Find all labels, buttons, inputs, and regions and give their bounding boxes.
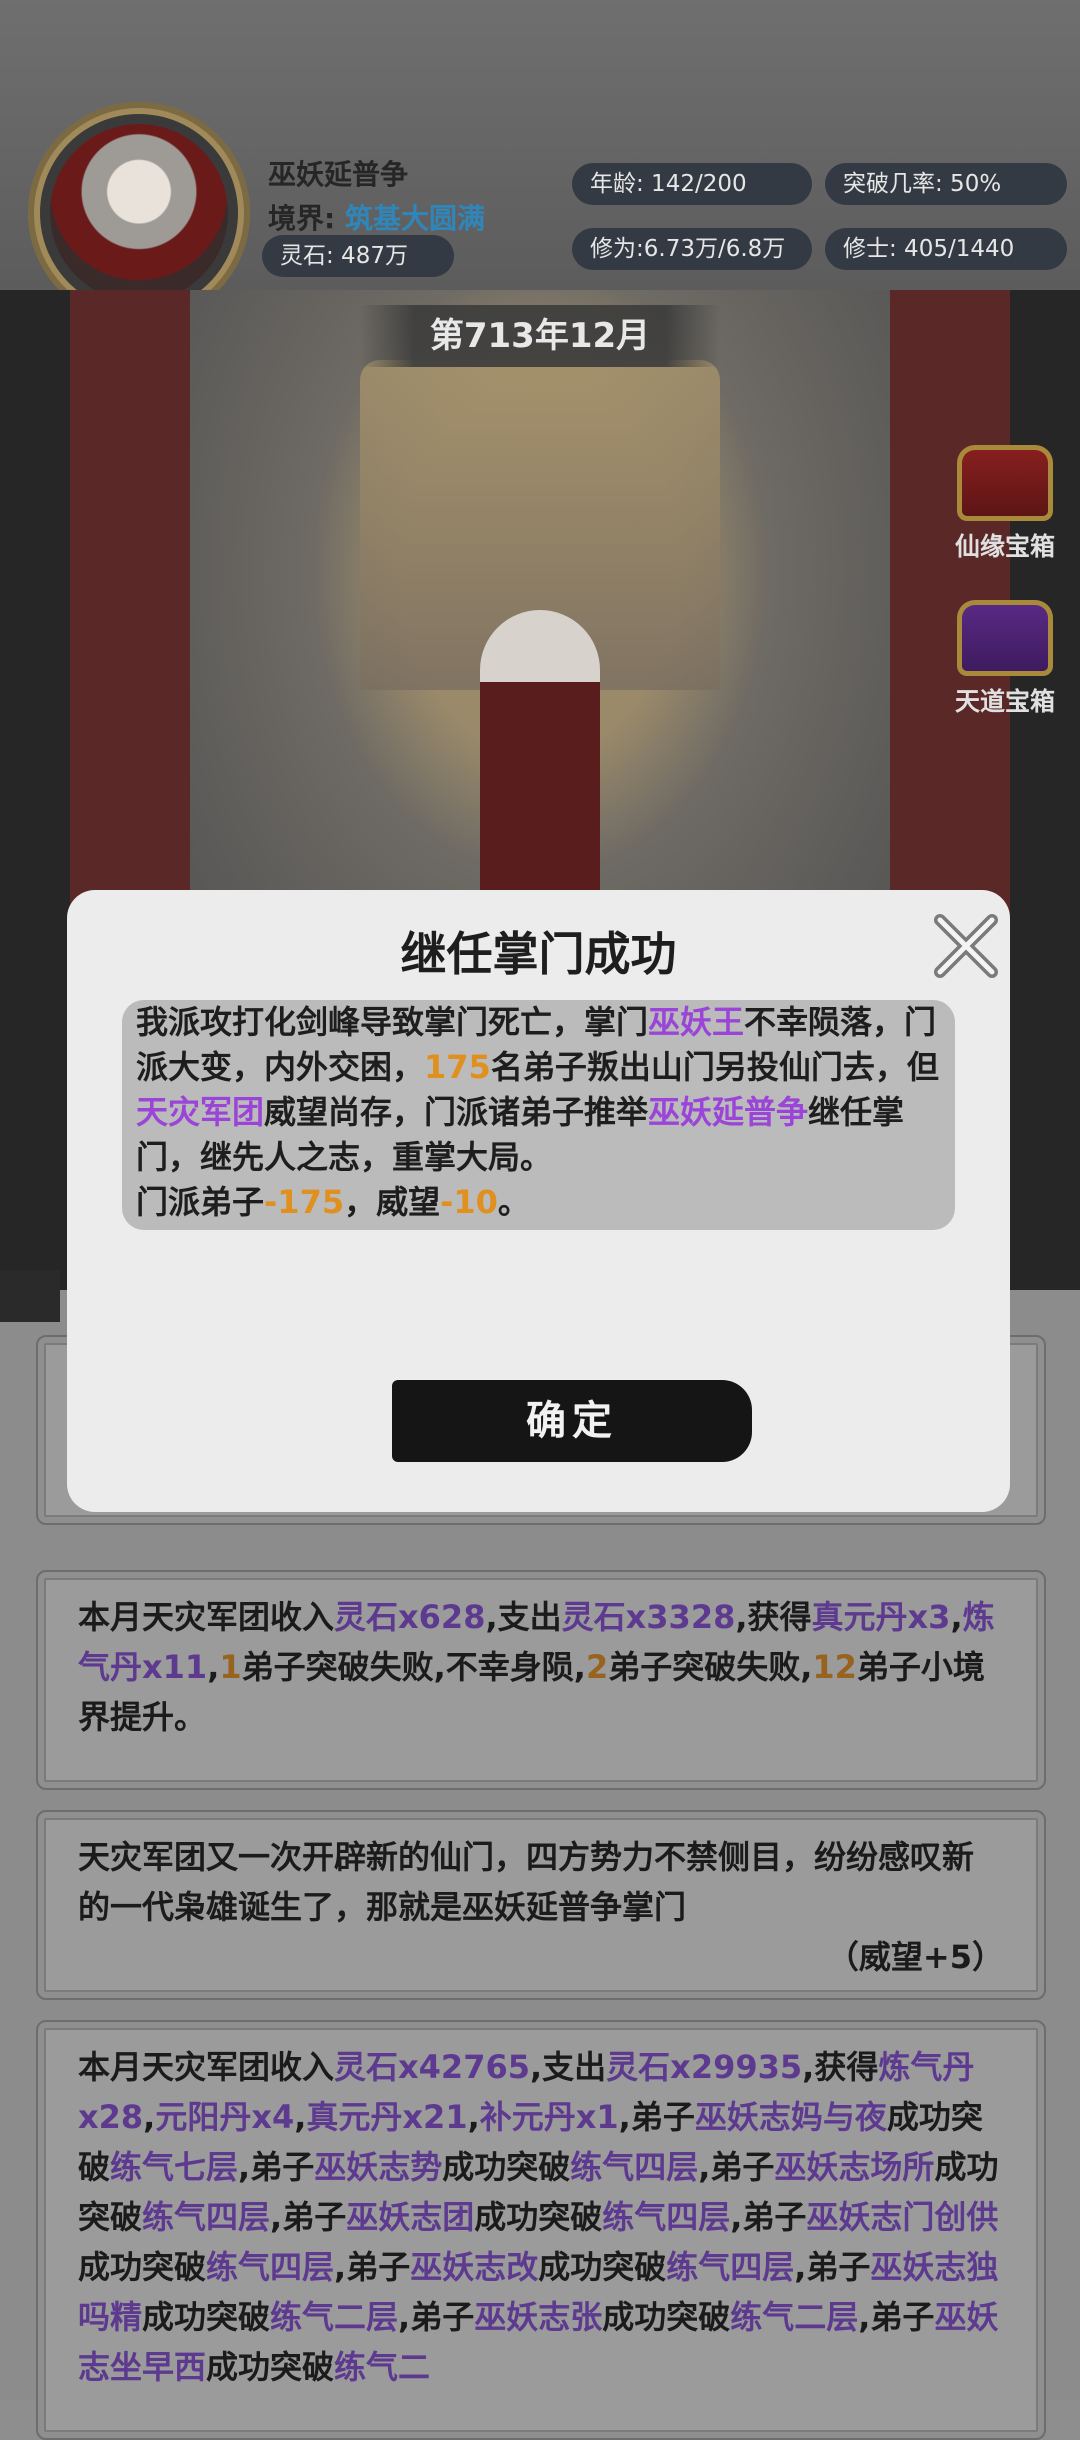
log-highlight: 灵石x29935 [606, 2048, 803, 2086]
log-event-tag: （威望+5） [826, 1938, 1004, 1976]
log-highlight: 灵石x42765 [334, 2048, 530, 2086]
message-text: 威望尚存，门派诸弟子推举 [264, 1093, 649, 1131]
log-highlight: 巫妖志妈与夜 [694, 2098, 887, 2136]
dialog-message: 我派攻打化剑峰导致掌门死亡，掌门巫妖王不幸陨落，门派大变，内外交困，175名弟子… [122, 1000, 955, 1230]
confirm-button[interactable]: 确定 [392, 1380, 752, 1462]
message-highlight: 巫妖王 [648, 1003, 745, 1041]
message-text: 我派攻打化剑峰导致掌门死亡，掌门 [136, 1003, 649, 1041]
realm-value: 筑基大圆满 [344, 202, 485, 235]
log-text: ,支出 [485, 1598, 562, 1636]
log-highlight: 补元丹x1 [479, 2098, 619, 2136]
avatar[interactable] [50, 124, 228, 302]
message-number: -175 [264, 1183, 345, 1221]
log-text: , [143, 2098, 156, 2136]
log-text: 本月天灾军团收入 [78, 1598, 335, 1636]
message-text: 名弟子叛出山门另投仙门去，但 [490, 1048, 939, 1086]
log-highlight: 练气二层 [730, 2298, 859, 2336]
log-highlight: 灵石x628 [334, 1598, 486, 1636]
log-text: ,弟子 [334, 2248, 411, 2286]
log-highlight: 练气四层 [206, 2248, 335, 2286]
breakthrough-pill[interactable]: 突破几率: 50% [825, 163, 1067, 205]
log-card-income: 本月天灾军团收入灵石x628,支出灵石x3328,获得真元丹x3,炼气丹x11,… [36, 1570, 1046, 1790]
log-highlight: 练气四层 [142, 2198, 271, 2236]
tiandao-chest-button[interactable]: 天道宝箱 [935, 600, 1075, 718]
realm-line: 境界: 筑基大圆满 [268, 197, 485, 237]
log-event-text: 天灾军团又一次开辟新的仙门，四方势力不禁侧目，纷纷感叹新的一代枭雄诞生了，那就是… [78, 1838, 975, 1926]
log-text: ,支出 [530, 2048, 607, 2086]
hall-pillar [70, 290, 190, 990]
close-icon [934, 914, 998, 978]
log-text: ,弟子 [618, 2098, 695, 2136]
log-text: 成功突破 [538, 2248, 667, 2286]
log-highlight: 巫妖志场所 [774, 2148, 935, 2186]
log-highlight: 练气四层 [602, 2198, 731, 2236]
close-button[interactable] [930, 912, 1000, 982]
xianyuan-chest-button[interactable]: 仙缘宝箱 [935, 445, 1075, 563]
log-text: 成功突破 [206, 2348, 335, 2386]
log-highlight: 巫妖志门创供 [806, 2198, 999, 2236]
log-card-event: 天灾军团又一次开辟新的仙门，四方势力不禁侧目，纷纷感叹新的一代枭雄诞生了，那就是… [36, 1810, 1046, 2000]
player-name: 巫妖延普争 [268, 158, 409, 191]
log-text: ,获得 [735, 1598, 812, 1636]
realm-label: 境界: [268, 202, 336, 235]
log-text: 成功突破 [78, 2248, 207, 2286]
log-number: 12 [812, 1648, 857, 1686]
status-header: 巫妖延普争 境界: 筑基大圆满 灵石: 487万 年龄: 142/200 突破几… [0, 0, 1080, 324]
age-pill[interactable]: 年龄: 142/200 [572, 163, 812, 205]
log-text: 成功突破 [474, 2198, 603, 2236]
log-highlight: 练气二层 [270, 2298, 399, 2336]
spirit-stone-pill[interactable]: 灵石: 487万 [262, 235, 454, 277]
cultivation-pill[interactable]: 修为:6.73万/6.8万 [572, 228, 812, 270]
log-highlight: 练气四层 [666, 2248, 795, 2286]
disciples-pill[interactable]: 修士: 405/1440 [825, 228, 1067, 270]
log-text: 弟子突破失败, [608, 1648, 813, 1686]
log-text: ,弟子 [730, 2198, 807, 2236]
log-highlight: 巫妖志团 [346, 2198, 475, 2236]
message-highlight: 巫妖延普争 [648, 1093, 809, 1131]
log-text: ,弟子 [858, 2298, 935, 2336]
log-text: 成功突破 [602, 2298, 731, 2336]
log-highlight: 巫妖志改 [410, 2248, 539, 2286]
message-text: ，威望 [344, 1183, 441, 1221]
log-text: 弟子突破失败,不幸身陨, [241, 1648, 586, 1686]
log-highlight: 灵石x3328 [561, 1598, 736, 1636]
log-text: , [207, 1648, 220, 1686]
log-text: ,弟子 [794, 2248, 871, 2286]
chest-label: 仙缘宝箱 [954, 532, 1055, 561]
treasure-chest-icon [957, 600, 1053, 676]
date-banner: 第713年12月 [360, 305, 720, 367]
log-highlight: 巫妖志势 [314, 2148, 443, 2186]
succession-dialog: 继任掌门成功 我派攻打化剑峰导致掌门死亡，掌门巫妖王不幸陨落，门派大变，内外交困… [67, 890, 1010, 1512]
log-highlight: 巫妖志张 [474, 2298, 603, 2336]
message-text: 门派弟子 [136, 1183, 265, 1221]
log-highlight: 练气二 [334, 2348, 431, 2386]
log-text: 本月天灾军团收入 [78, 2048, 335, 2086]
log-highlight: 练气四层 [570, 2148, 699, 2186]
log-number: 2 [585, 1648, 609, 1686]
log-text: ,弟子 [398, 2298, 475, 2336]
log-text: ,弟子 [698, 2148, 775, 2186]
log-highlight: 真元丹x21 [306, 2098, 468, 2136]
message-highlight: 天灾军团 [136, 1093, 265, 1131]
chest-label: 天道宝箱 [954, 687, 1055, 716]
log-number: 1 [219, 1648, 242, 1686]
log-text: , [950, 1598, 963, 1636]
log-card-income: 本月天灾军团收入灵石x42765,支出灵石x29935,获得炼气丹x28,元阳丹… [36, 2020, 1046, 2440]
log-text: ,弟子 [270, 2198, 347, 2236]
message-text: 。 [497, 1183, 530, 1221]
message-number: 175 [424, 1048, 491, 1086]
dialog-title: 继任掌门成功 [400, 927, 677, 981]
side-tab-button[interactable] [0, 1270, 60, 1322]
log-highlight: 练气七层 [110, 2148, 239, 2186]
log-text: ,弟子 [238, 2148, 315, 2186]
message-number: -10 [440, 1183, 498, 1221]
log-highlight: 元阳丹x4 [155, 2098, 295, 2136]
log-text: ,获得 [802, 2048, 879, 2086]
log-text: , [467, 2098, 480, 2136]
log-highlight: 真元丹x3 [811, 1598, 951, 1636]
treasure-chest-icon [957, 445, 1053, 521]
log-text: 成功突破 [442, 2148, 571, 2186]
log-text: , [294, 2098, 307, 2136]
log-text: 成功突破 [142, 2298, 271, 2336]
